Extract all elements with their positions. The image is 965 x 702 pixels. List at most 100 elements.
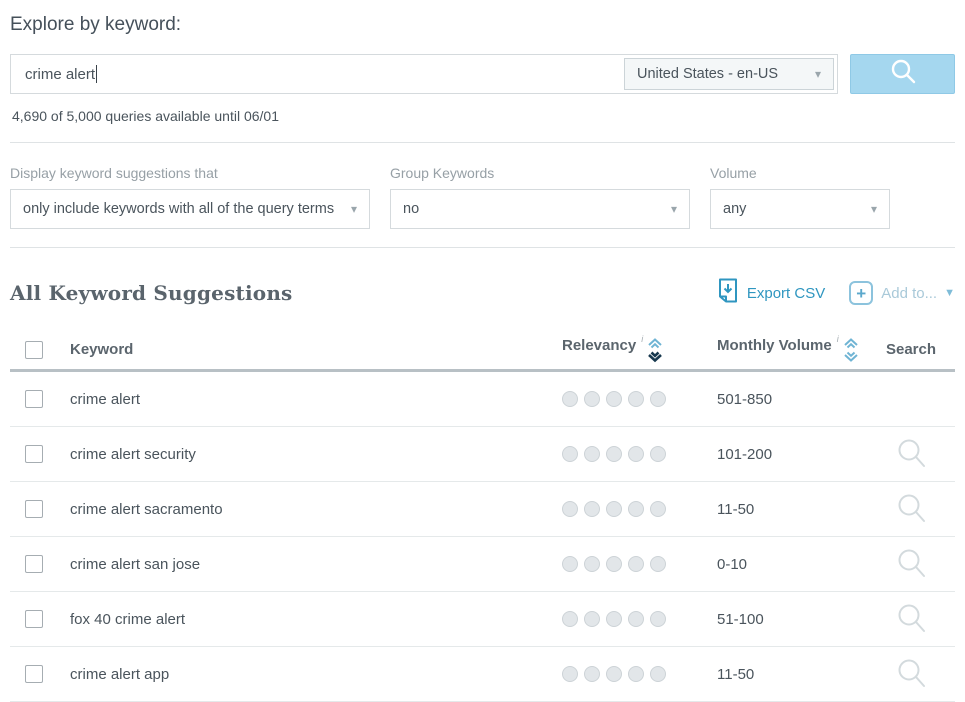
suggestions-header: All Keyword Suggestions Export CSV + Add… <box>10 278 955 308</box>
row-monthly-volume: 11-50 <box>697 666 867 683</box>
relevancy-dot <box>606 556 622 572</box>
relevancy-dot <box>584 446 600 462</box>
row-keyword: crime alert app <box>70 666 542 683</box>
quota-note: 4,690 of 5,000 queries available until 0… <box>12 108 955 124</box>
relevancy-dot <box>584 501 600 517</box>
monthly-volume-header-label: Monthly Volume <box>717 337 832 354</box>
magnifier-icon <box>888 57 918 92</box>
relevancy-dots <box>542 501 697 517</box>
table-row: crime alert 501-850 <box>10 372 955 427</box>
relevancy-dot <box>562 501 578 517</box>
chevron-down-icon: ▾ <box>871 202 877 216</box>
relevancy-dot <box>584 556 600 572</box>
row-monthly-volume: 101-200 <box>697 446 867 463</box>
row-checkbox[interactable] <box>25 445 43 463</box>
row-monthly-volume: 0-10 <box>697 556 867 573</box>
relevancy-header-label: Relevancy <box>562 337 636 354</box>
chevron-down-icon: ▾ <box>815 67 821 81</box>
row-checkbox[interactable] <box>25 665 43 683</box>
relevancy-dots <box>542 391 697 407</box>
relevancy-dot <box>584 391 600 407</box>
row-search-icon[interactable] <box>867 437 955 471</box>
page-title: Explore by keyword: <box>10 14 955 36</box>
row-search-icon[interactable] <box>867 602 955 636</box>
relevancy-dot <box>606 666 622 682</box>
filter-label: Group Keywords <box>390 165 690 181</box>
chevron-down-icon: ▾ <box>351 202 357 216</box>
info-icon: i <box>837 334 839 344</box>
filter-volume: Volume any ▾ <box>710 165 890 229</box>
relevancy-dots <box>542 556 697 572</box>
row-search-icon[interactable] <box>867 657 955 691</box>
export-csv-icon <box>718 278 738 308</box>
text-cursor <box>96 65 97 83</box>
relevancy-dot <box>628 556 644 572</box>
export-csv-button[interactable]: Export CSV <box>718 278 825 308</box>
keyword-search-input[interactable]: crime alert United States - en-US ▾ <box>10 54 838 94</box>
relevancy-dot <box>650 666 666 682</box>
volume-dropdown[interactable]: any ▾ <box>710 189 890 229</box>
divider <box>10 142 955 143</box>
filter-group-keywords: Group Keywords no ▾ <box>390 165 690 229</box>
relevancy-dot <box>628 391 644 407</box>
suggestions-table: Keyword Relevancy i Monthly Volume <box>10 330 955 702</box>
row-checkbox[interactable] <box>25 555 43 573</box>
row-keyword: crime alert sacramento <box>70 501 542 518</box>
locale-dropdown[interactable]: United States - en-US ▾ <box>624 58 834 90</box>
relevancy-dots <box>542 666 697 682</box>
column-header-search: Search <box>867 341 955 358</box>
relevancy-dot <box>606 446 622 462</box>
row-checkbox[interactable] <box>25 610 43 628</box>
row-keyword: fox 40 crime alert <box>70 611 542 628</box>
relevancy-dot <box>628 611 644 627</box>
add-to-button[interactable]: + Add to... ▼ <box>849 281 955 305</box>
filter-label: Display keyword suggestions that <box>10 165 370 181</box>
filter-suggestions-type: Display keyword suggestions that only in… <box>10 165 370 229</box>
row-monthly-volume: 51-100 <box>697 611 867 628</box>
row-keyword: crime alert security <box>70 446 542 463</box>
table-header-row: Keyword Relevancy i Monthly Volume <box>10 330 955 372</box>
row-checkbox[interactable] <box>25 390 43 408</box>
relevancy-dot <box>650 556 666 572</box>
sort-monthly-volume-icon[interactable] <box>843 338 859 363</box>
relevancy-dot <box>650 391 666 407</box>
column-header-monthly-volume: Monthly Volume i <box>697 337 867 363</box>
table-row: crime alert security 101-200 <box>10 427 955 482</box>
row-keyword: crime alert <box>70 391 542 408</box>
dropdown-value: no <box>403 201 419 217</box>
plus-icon: + <box>849 281 873 305</box>
add-to-label: Add to... <box>881 285 937 302</box>
row-keyword: crime alert san jose <box>70 556 542 573</box>
relevancy-dot <box>584 666 600 682</box>
table-row: crime alert app 11-50 <box>10 647 955 702</box>
select-all-checkbox[interactable] <box>25 341 43 359</box>
group-keywords-dropdown[interactable]: no ▾ <box>390 189 690 229</box>
relevancy-dot <box>606 611 622 627</box>
table-row: fox 40 crime alert 51-100 <box>10 592 955 647</box>
table-row: crime alert sacramento 11-50 <box>10 482 955 537</box>
search-row: crime alert United States - en-US ▾ <box>10 54 955 94</box>
column-header-keyword: Keyword <box>70 341 542 358</box>
filter-label: Volume <box>710 165 890 181</box>
relevancy-dots <box>542 446 697 462</box>
keyword-explorer-page: Explore by keyword: crime alert United S… <box>0 0 965 702</box>
row-search-icon[interactable] <box>867 547 955 581</box>
keyword-input-value: crime alert <box>25 66 95 83</box>
export-csv-label: Export CSV <box>747 285 825 302</box>
info-icon: i <box>641 334 643 344</box>
relevancy-dot <box>562 391 578 407</box>
relevancy-dot <box>562 556 578 572</box>
search-button[interactable] <box>850 54 955 94</box>
row-search-icon[interactable] <box>867 492 955 526</box>
relevancy-dots <box>542 611 697 627</box>
suggestions-type-dropdown[interactable]: only include keywords with all of the qu… <box>10 189 370 229</box>
sort-relevancy-icon[interactable] <box>647 338 663 363</box>
relevancy-dot <box>650 501 666 517</box>
chevron-down-icon: ▼ <box>944 287 955 299</box>
chevron-down-icon: ▾ <box>671 202 677 216</box>
divider <box>10 247 955 248</box>
row-checkbox[interactable] <box>25 500 43 518</box>
section-title: All Keyword Suggestions <box>10 281 718 305</box>
relevancy-dot <box>562 446 578 462</box>
dropdown-value: any <box>723 201 746 217</box>
